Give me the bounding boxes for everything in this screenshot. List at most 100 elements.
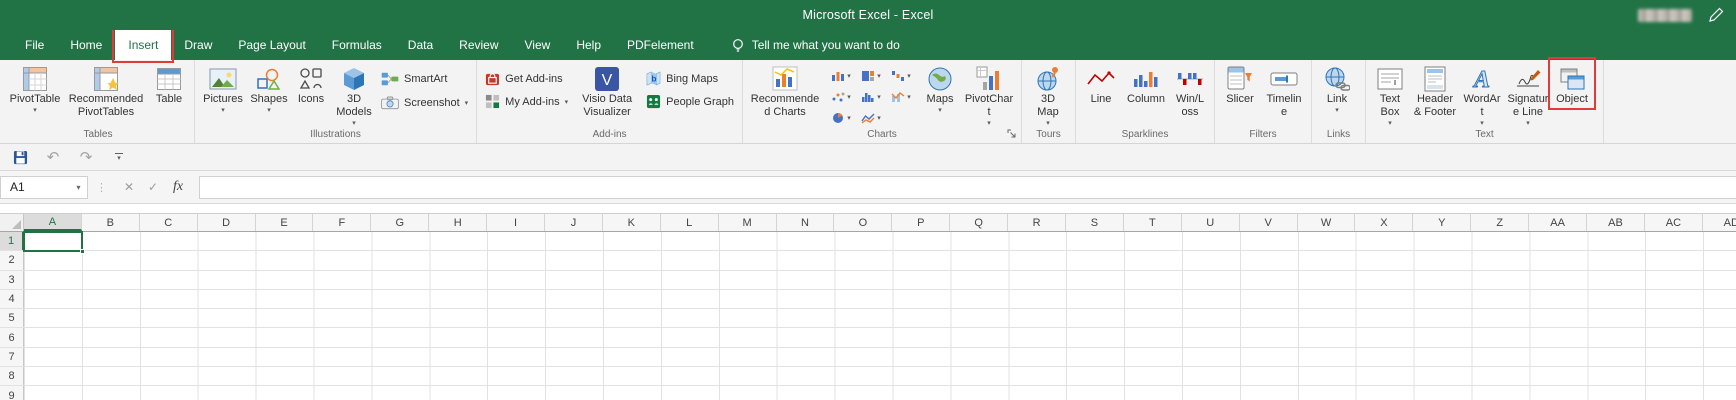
insert-waterfall-chart-button[interactable]: ▾ (886, 65, 916, 86)
grid-cells-row-1[interactable] (24, 232, 1736, 251)
insert-pie-chart-button[interactable]: ▾ (826, 107, 856, 128)
icons-button[interactable]: Icons (291, 61, 331, 106)
redo-button[interactable]: ↷ (76, 147, 96, 167)
people-graph-button[interactable]: People Graph (642, 92, 738, 111)
pivotchart-button[interactable]: PivotChart ▾ (961, 61, 1017, 128)
column-header-Q[interactable]: Q (950, 214, 1009, 231)
column-header-X[interactable]: X (1355, 214, 1414, 231)
column-header-F[interactable]: F (313, 214, 372, 231)
insert-function-button[interactable]: fx (165, 179, 191, 195)
grid-cells-row-3[interactable] (24, 270, 1736, 289)
timeline-button[interactable]: Timeline (1261, 61, 1307, 119)
column-header-C[interactable]: C (140, 214, 198, 231)
grid-cells-row-6[interactable] (24, 328, 1736, 347)
column-header-I[interactable]: I (487, 214, 546, 231)
link-button[interactable]: Link ▾ (1316, 61, 1358, 116)
column-header-P[interactable]: P (892, 214, 951, 231)
insert-statistic-chart-button[interactable]: ▾ (856, 86, 886, 107)
ink-pen-icon[interactable] (1708, 7, 1724, 23)
confirm-entry-icon[interactable]: ✓ (141, 180, 165, 194)
formula-bar-grip-icon[interactable]: ⋮ (96, 181, 107, 194)
insert-combo-chart-button[interactable]: ▾ (886, 86, 916, 107)
tab-draw[interactable]: Draw (171, 30, 225, 60)
insert-column-chart-button[interactable]: ▾ (826, 65, 856, 86)
tell-me-box[interactable]: Tell me what you want to do (731, 30, 900, 60)
my-addins-button[interactable]: My Add-ins ▾ (481, 92, 572, 111)
column-header-E[interactable]: E (256, 214, 314, 231)
column-header-U[interactable]: U (1182, 214, 1240, 231)
column-header-B[interactable]: B (82, 214, 140, 231)
grid-cells-row-4[interactable] (24, 289, 1736, 309)
row-header-4[interactable]: 4 (0, 289, 24, 309)
column-header-AA[interactable]: AA (1529, 214, 1588, 231)
bing-maps-button[interactable]: b Bing Maps (642, 69, 738, 88)
insert-line-chart-button[interactable]: ▾ (856, 107, 886, 128)
row-header-9[interactable]: 9 (0, 386, 24, 400)
tab-data[interactable]: Data (395, 30, 446, 60)
column-header-G[interactable]: G (371, 214, 430, 231)
column-header-N[interactable]: N (777, 214, 835, 231)
row-header-6[interactable]: 6 (0, 328, 24, 347)
column-header-T[interactable]: T (1124, 214, 1182, 231)
column-header-M[interactable]: M (719, 214, 777, 231)
save-button[interactable] (10, 147, 30, 167)
tab-page-layout[interactable]: Page Layout (225, 30, 318, 60)
cancel-entry-icon[interactable]: ✕ (117, 180, 141, 194)
column-header-Y[interactable]: Y (1413, 214, 1472, 231)
column-header-V[interactable]: V (1240, 214, 1298, 231)
formula-input[interactable] (199, 175, 1736, 199)
column-header-Z[interactable]: Z (1471, 214, 1530, 231)
sparkline-line-button[interactable]: Line (1080, 61, 1122, 106)
visio-data-visualizer-button[interactable]: V Visio Data Visualizer (572, 61, 642, 119)
column-header-K[interactable]: K (603, 214, 661, 231)
column-header-S[interactable]: S (1066, 214, 1124, 231)
tab-review[interactable]: Review (446, 30, 511, 60)
undo-button[interactable]: ↶ (43, 147, 63, 167)
customize-qat-button[interactable]: ▾ (115, 152, 123, 162)
tab-home[interactable]: Home (57, 30, 115, 60)
select-all-corner[interactable] (0, 214, 24, 231)
grid-cells-row-2[interactable] (24, 251, 1736, 270)
recommended-charts-button[interactable]: Recommended Charts (747, 61, 823, 119)
column-header-J[interactable]: J (545, 214, 603, 231)
maps-button[interactable]: Maps ▾ (919, 61, 961, 116)
column-header-W[interactable]: W (1298, 214, 1356, 231)
pivottable-button[interactable]: PivotTable ▾ (6, 61, 64, 116)
column-header-R[interactable]: R (1008, 214, 1067, 231)
row-header-5[interactable]: 5 (0, 309, 24, 328)
get-addins-button[interactable]: Get Add-ins (481, 69, 572, 88)
column-header-O[interactable]: O (834, 214, 893, 231)
slicer-button[interactable]: Slicer (1219, 61, 1261, 106)
sparkline-column-button[interactable]: Column (1122, 61, 1170, 106)
name-box-dropdown-icon[interactable]: ▾ (70, 183, 87, 192)
screenshot-button[interactable]: Screenshot ▾ (377, 93, 472, 112)
charts-dialog-launcher-icon[interactable] (1005, 127, 1018, 140)
column-header-L[interactable]: L (661, 214, 719, 231)
tab-file[interactable]: File (12, 30, 57, 60)
text-box-button[interactable]: Text Box ▾ (1370, 61, 1410, 128)
wordart-button[interactable]: A WordArt ▾ (1460, 61, 1504, 128)
column-header-A[interactable]: A (24, 214, 82, 231)
insert-scatter-chart-button[interactable]: ▾ (826, 86, 856, 107)
grid-cells-row-9[interactable] (24, 386, 1736, 400)
signature-line-button[interactable]: Signature Line ▾ (1504, 61, 1552, 128)
row-header-2[interactable]: 2 (0, 251, 24, 270)
insert-hierarchy-chart-button[interactable]: ▾ (856, 65, 886, 86)
recommended-pivottables-button[interactable]: Recommended PivotTables (64, 61, 148, 119)
tab-view[interactable]: View (512, 30, 564, 60)
shapes-button[interactable]: Shapes ▾ (247, 61, 291, 116)
table-button[interactable]: Table (148, 61, 190, 106)
grid-cells-row-5[interactable] (24, 309, 1736, 328)
column-header-H[interactable]: H (429, 214, 488, 231)
tab-insert[interactable]: Insert (112, 27, 175, 63)
smartart-button[interactable]: SmartArt (377, 69, 472, 89)
grid-cells-row-8[interactable] (24, 367, 1736, 386)
tab-formulas[interactable]: Formulas (319, 30, 395, 60)
pictures-button[interactable]: Pictures ▾ (199, 61, 247, 116)
column-header-D[interactable]: D (198, 214, 256, 231)
3d-models-button[interactable]: 3D Models ▾ (331, 61, 377, 128)
header-footer-button[interactable]: Header & Footer (1410, 61, 1460, 119)
row-header-3[interactable]: 3 (0, 270, 24, 289)
row-header-8[interactable]: 8 (0, 367, 24, 386)
column-header-AB[interactable]: AB (1587, 214, 1645, 231)
